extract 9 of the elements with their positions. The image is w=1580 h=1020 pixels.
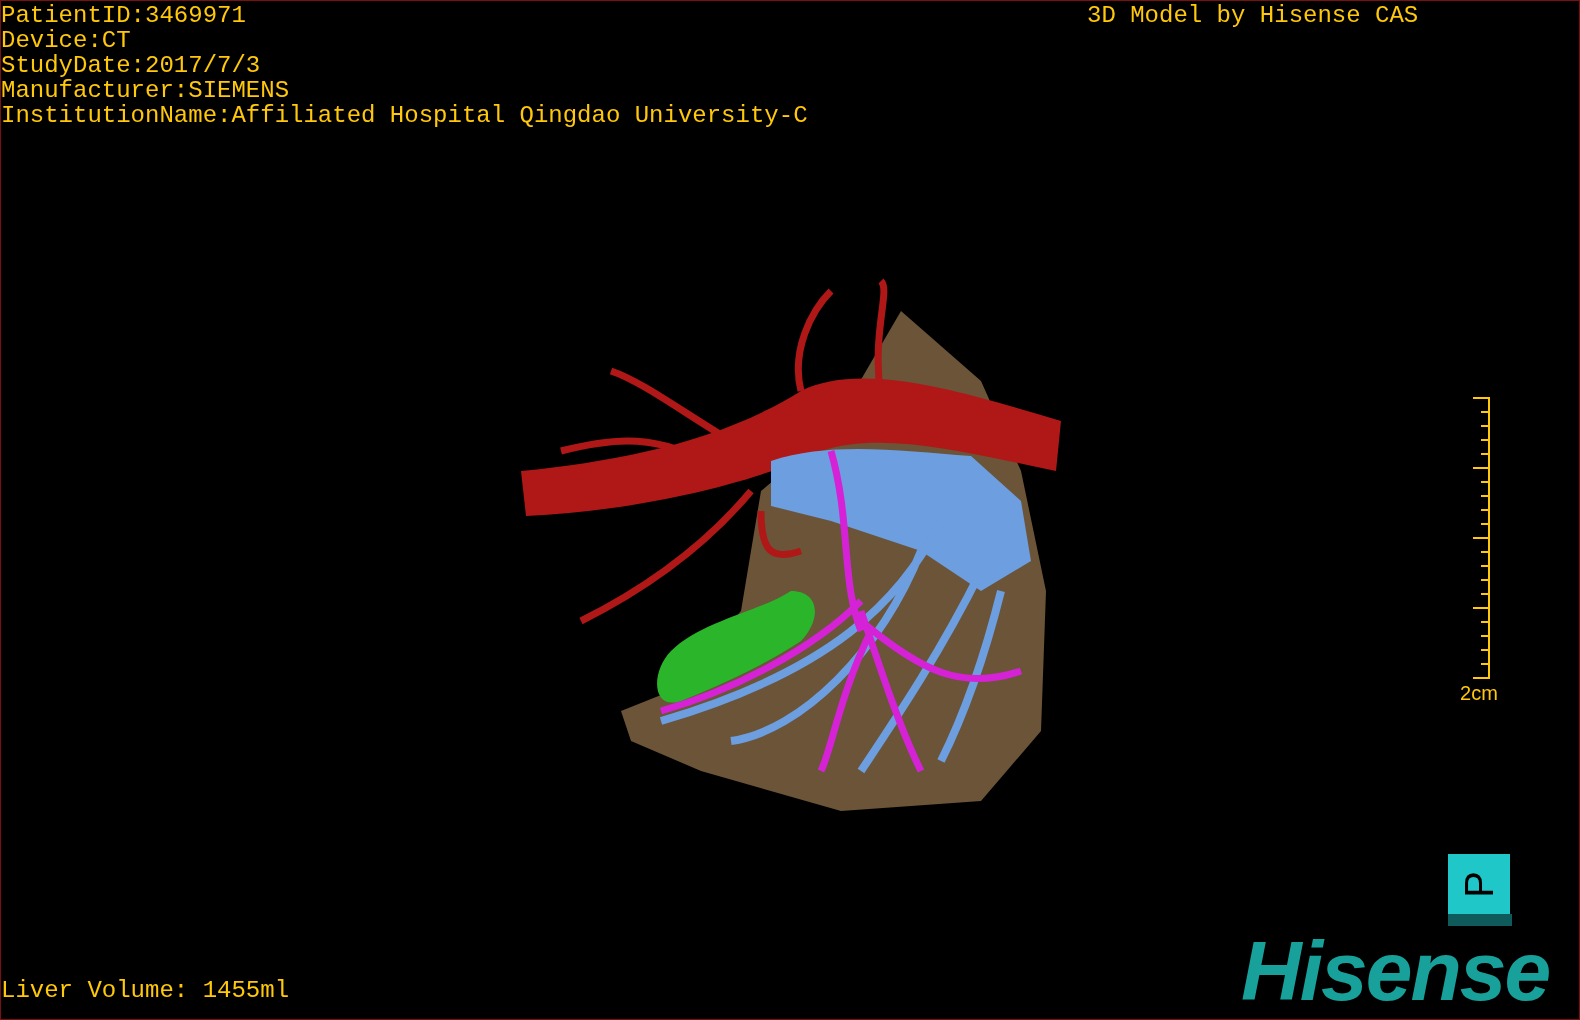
patient-info-text: PatientID:3469971 [1,3,247,28]
patient-info-text: Manufacturer:SIEMENS [1,78,291,103]
patient-info-text: Device:CT [1,28,132,53]
scale-label: 2cm [1460,682,1498,704]
patient-info-text: StudyDate:2017/7/3 [1,53,262,78]
liver-volume-text: Liver Volume: 1455ml [1,978,290,1003]
logo-text: Hisense [1241,926,1550,1016]
credit-text: 3D Model by Hisense CAS [1087,3,1419,28]
patient-info-text: InstitutionName:Affiliated Hospital Qingdao University-C [1,103,808,128]
